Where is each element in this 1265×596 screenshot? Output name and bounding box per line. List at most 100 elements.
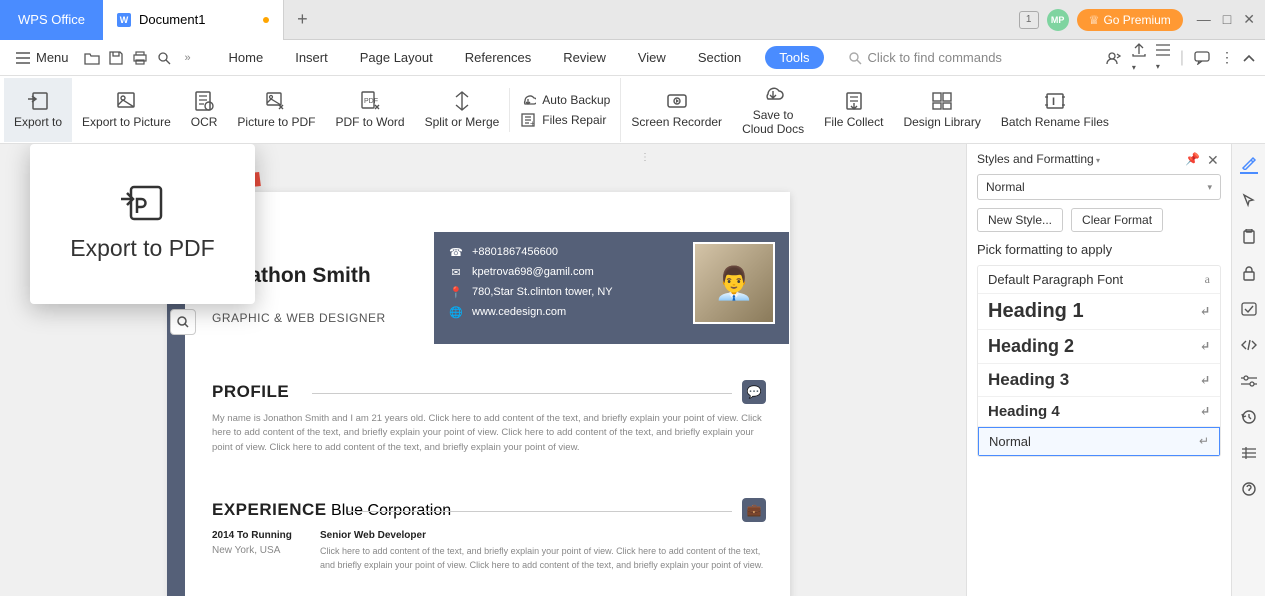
go-premium-button[interactable]: Go Premium <box>1077 9 1183 31</box>
notification-badge[interactable]: 1 <box>1019 11 1039 29</box>
list-icon[interactable]: ▾ <box>1156 44 1170 72</box>
user-share-icon[interactable] <box>1106 51 1122 65</box>
experience-title: EXPERIENCE <box>212 500 327 520</box>
style-item-default-paragraph-font[interactable]: Default Paragraph Fonta <box>978 266 1220 294</box>
titlebar: WPS Office W Document1 + 1 MP Go Premium… <box>0 0 1265 40</box>
styles-panel-title[interactable]: Styles and Formatting <box>977 152 1185 166</box>
code-rail-icon[interactable] <box>1240 336 1258 354</box>
menu-tab-section[interactable]: Section <box>690 46 749 69</box>
styles-rail-icon[interactable] <box>1240 156 1258 174</box>
find-icon[interactable] <box>170 309 196 335</box>
save-icon[interactable] <box>107 49 125 67</box>
ribbon-design-library[interactable]: Design Library <box>893 78 990 142</box>
menu-tab-view[interactable]: View <box>630 46 674 69</box>
open-icon[interactable] <box>83 49 101 67</box>
style-item-heading-1[interactable]: Heading 1↵ <box>978 294 1220 330</box>
style-item-heading-3[interactable]: Heading 3↵ <box>978 364 1220 397</box>
ribbon-picture-to-pdf[interactable]: Picture to PDF <box>227 78 325 142</box>
ribbon-export-to[interactable]: Export to <box>4 78 72 142</box>
document-page[interactable]: Jonathon Smith GRAPHIC & WEB DESIGNER ☎+… <box>170 192 790 596</box>
menu-tab-review[interactable]: Review <box>555 46 614 69</box>
collapse-ribbon-icon[interactable] <box>1243 53 1255 63</box>
ribbon-screen-recorder[interactable]: Screen Recorder <box>620 78 732 142</box>
clipboard-rail-icon[interactable] <box>1240 228 1258 246</box>
style-list: Default Paragraph FontaHeading 1↵Heading… <box>977 265 1221 457</box>
layout-rail-icon[interactable] <box>1240 444 1258 462</box>
export-pdf-icon <box>115 183 171 223</box>
experience-position: Senior Web Developer <box>320 530 772 541</box>
document-tab[interactable]: W Document1 <box>103 0 284 40</box>
select-rail-icon[interactable] <box>1240 192 1258 210</box>
style-item-heading-2[interactable]: Heading 2↵ <box>978 330 1220 364</box>
scroll-indicator-icon: ⋮ <box>640 152 650 163</box>
resume-contact: ☎+8801867456600 ✉kpetrova698@gamil.com 📍… <box>434 232 689 344</box>
svg-text:I: I <box>1052 96 1055 108</box>
ribbon-icon <box>842 90 866 112</box>
help-rail-icon[interactable] <box>1240 480 1258 498</box>
ribbon-split-or-merge[interactable]: Split or Merge <box>415 78 510 142</box>
ribbon-export-to-picture[interactable]: Export to Picture <box>72 78 181 142</box>
search-icon <box>848 51 862 65</box>
ribbon-icon <box>264 90 288 112</box>
close-panel-icon[interactable]: ✕ <box>1207 152 1221 166</box>
menu-tab-references[interactable]: References <box>457 46 539 69</box>
approve-rail-icon[interactable] <box>1240 300 1258 318</box>
resume-role: GRAPHIC & WEB DESIGNER <box>212 311 386 325</box>
experience-location: New York, USA <box>212 545 302 556</box>
menu-tab-home[interactable]: Home <box>221 46 272 69</box>
command-search[interactable]: Click to find commands <box>848 50 1002 65</box>
export-pdf-callout: Export to PDF <box>30 144 255 304</box>
files-repair-button[interactable]: +Files Repair <box>520 112 610 128</box>
menu-tab-insert[interactable]: Insert <box>287 46 336 69</box>
styles-panel: Styles and Formatting 📌 ✕ Normal New Sty… <box>966 144 1231 596</box>
menu-tabs: Home Insert Page Layout References Review Vie… <box>221 46 824 69</box>
ribbon-tools: Export toExport to PictureOCRPicture to … <box>0 76 1265 144</box>
close-button[interactable]: ✕ <box>1243 11 1255 28</box>
document-canvas: ⋮ ⋮ Export to PDF Jonathon Smith GRAPHIC… <box>0 144 966 596</box>
ribbon-file-collect[interactable]: File Collect <box>814 78 893 142</box>
experience-body: Click here to add content of the text, a… <box>320 545 772 572</box>
menu-button[interactable]: Menu <box>10 50 75 65</box>
auto-backup-button[interactable]: Auto Backup <box>520 92 610 108</box>
svg-text:+: + <box>530 119 535 127</box>
user-avatar[interactable]: MP <box>1047 9 1069 31</box>
settings-rail-icon[interactable] <box>1240 372 1258 390</box>
style-select[interactable]: Normal <box>977 174 1221 200</box>
new-style-button[interactable]: New Style... <box>977 208 1063 232</box>
ribbon-icon <box>192 90 216 112</box>
clear-format-button[interactable]: Clear Format <box>1071 208 1163 232</box>
share-icon[interactable]: ▾ <box>1132 43 1146 73</box>
minimize-button[interactable]: — <box>1197 11 1211 28</box>
right-icon-rail <box>1231 144 1265 596</box>
lock-rail-icon[interactable] <box>1240 264 1258 282</box>
comment-icon[interactable] <box>1194 51 1210 65</box>
ribbon-batch-rename-files[interactable]: IBatch Rename Files <box>991 78 1119 142</box>
pin-icon[interactable]: 📌 <box>1185 152 1199 166</box>
ribbon-save-to-cloud-docs[interactable]: Save toCloud Docs <box>732 78 814 142</box>
maximize-button[interactable]: □ <box>1223 11 1231 28</box>
document-icon: W <box>117 13 131 27</box>
ribbon-group-backup: Auto Backup +Files Repair <box>509 88 620 132</box>
resume-photo: 👨‍💼 <box>693 242 775 324</box>
style-item-normal[interactable]: Normal↵ <box>978 427 1220 456</box>
print-preview-icon[interactable] <box>155 49 173 67</box>
unsaved-dot-icon <box>263 17 269 23</box>
menu-tab-tools[interactable]: Tools <box>765 46 823 69</box>
experience-date: 2014 To Running <box>212 530 302 541</box>
ribbon-ocr[interactable]: OCR <box>181 78 228 142</box>
menu-tab-page-layout[interactable]: Page Layout <box>352 46 441 69</box>
ribbon-icon <box>665 90 689 112</box>
history-rail-icon[interactable] <box>1240 408 1258 426</box>
email-icon: ✉ <box>450 266 462 278</box>
add-tab-button[interactable]: + <box>284 0 320 40</box>
svg-text:PDF: PDF <box>364 98 378 105</box>
chat-badge-icon: 💬 <box>742 380 766 404</box>
more-vertical-icon[interactable]: ⋮ <box>1220 49 1233 66</box>
print-icon[interactable] <box>131 49 149 67</box>
app-tab[interactable]: WPS Office <box>0 0 103 40</box>
briefcase-badge-icon: 💼 <box>742 498 766 522</box>
main-area: ⋮ ⋮ Export to PDF Jonathon Smith GRAPHIC… <box>0 144 1265 596</box>
style-item-heading-4[interactable]: Heading 4↵ <box>978 397 1220 427</box>
more-icon[interactable]: » <box>179 49 197 67</box>
ribbon-pdf-to-word[interactable]: PDFPDF to Word <box>325 78 414 142</box>
